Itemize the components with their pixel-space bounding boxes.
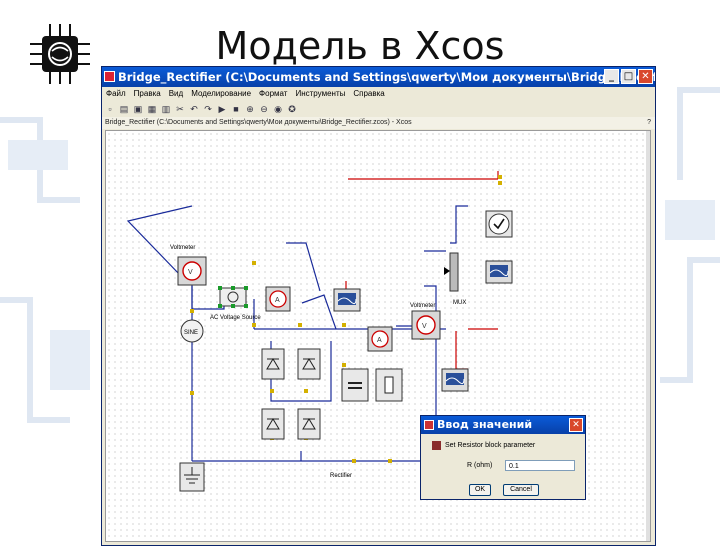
svg-text:A: A — [377, 337, 382, 344]
diode-bottom-left[interactable] — [261, 408, 285, 440]
start-icon[interactable]: ▶ — [216, 103, 228, 115]
resistance-label: R (ohm) — [467, 462, 493, 469]
ok-button[interactable]: OK — [469, 484, 491, 496]
saveas-icon[interactable]: ▦ — [146, 103, 158, 115]
clock-block[interactable] — [485, 210, 513, 238]
dialog-close-button[interactable]: ✕ — [569, 418, 583, 432]
menu-edit[interactable]: Правка — [134, 87, 161, 101]
cut-icon[interactable]: ✂ — [174, 103, 186, 115]
dialog-titlebar[interactable]: Ввод значений ✕ — [421, 416, 585, 434]
close-button[interactable]: ✕ — [638, 69, 653, 84]
ac-source-label: AC Voltage Source — [210, 315, 261, 321]
save-icon[interactable]: ▣ — [132, 103, 144, 115]
diode-bottom-right[interactable] — [297, 408, 321, 440]
zoom-in-icon[interactable]: ⊕ — [244, 103, 256, 115]
diagram-path: Bridge_Rectifier (C:\Documents and Setti… — [105, 119, 412, 126]
open-icon[interactable]: ▤ — [118, 103, 130, 115]
dialog-prompt: Set Resistor block parameter — [445, 442, 536, 449]
help-mark[interactable]: ? — [647, 117, 651, 129]
toolbar: ▫ ▤ ▣ ▦ ▥ ✂ ↶ ↷ ▶ ■ ⊕ ⊖ ◉ ✪ — [102, 101, 655, 117]
new-icon[interactable]: ▫ — [104, 103, 116, 115]
cancel-button[interactable]: Cancel — [503, 484, 539, 496]
scope-block-top[interactable] — [485, 260, 513, 284]
svg-text:V: V — [422, 323, 427, 330]
scilab-icon — [432, 441, 441, 450]
menu-help[interactable]: Справка — [353, 87, 384, 101]
menu-tools[interactable]: Инструменты — [295, 87, 345, 101]
svg-text:A: A — [275, 297, 280, 304]
slide-title: Модель в Xcos — [215, 24, 505, 68]
menu-format[interactable]: Формат — [259, 87, 287, 101]
help-icon[interactable]: ✪ — [286, 103, 298, 115]
dialog-title: Ввод значений — [437, 418, 533, 431]
zoom-out-icon[interactable]: ⊖ — [258, 103, 270, 115]
menu-view[interactable]: Вид — [169, 87, 183, 101]
mux-block[interactable]: MUX — [444, 252, 466, 306]
app-icon — [104, 71, 115, 82]
menu-bar: Файл Правка Вид Моделирование Формат Инс… — [102, 87, 655, 101]
path-bar: Bridge_Rectifier (C:\Documents and Setti… — [102, 117, 655, 129]
sine-source-block[interactable]: SINE — [180, 319, 204, 343]
voltmeter-left-label: Voltmeter — [170, 245, 195, 251]
stop-icon[interactable]: ■ — [230, 103, 242, 115]
voltmeter-left[interactable]: V Voltmeter — [170, 245, 207, 286]
print-icon[interactable]: ▥ — [160, 103, 172, 115]
dialog-app-icon — [424, 420, 434, 430]
minimize-button[interactable]: _ — [604, 69, 619, 84]
rectifier-label: Rectifier — [330, 473, 352, 479]
input-dialog: Ввод значений ✕ Set Resistor block param… — [420, 415, 586, 500]
window-title: Bridge_Rectifier (C:\Documents and Setti… — [118, 70, 655, 84]
ammeter-block[interactable]: A — [265, 286, 291, 312]
menu-file[interactable]: Файл — [106, 87, 126, 101]
menu-simulation[interactable]: Моделирование — [191, 87, 251, 101]
diode-top-left[interactable] — [261, 348, 285, 380]
ammeter-block-2[interactable]: A — [367, 326, 393, 352]
scope-block-bottom[interactable] — [441, 368, 469, 392]
redo-icon[interactable]: ↷ — [202, 103, 214, 115]
capacitor-block[interactable] — [341, 368, 369, 402]
resistor-block[interactable] — [375, 368, 403, 402]
scope-block-middle[interactable] — [333, 288, 361, 312]
window-titlebar[interactable]: Bridge_Rectifier (C:\Documents and Setti… — [102, 67, 655, 87]
svg-text:V: V — [188, 269, 193, 276]
undo-icon[interactable]: ↶ — [188, 103, 200, 115]
resistance-input[interactable]: 0.1 — [505, 460, 575, 471]
mux-label: MUX — [453, 300, 466, 306]
voltmeter-right-label: Voltmeter — [410, 303, 435, 309]
diode-top-right[interactable] — [297, 348, 321, 380]
sine-label: SINE — [184, 330, 198, 336]
palette-icon[interactable]: ◉ — [272, 103, 284, 115]
maximize-button[interactable]: □ — [621, 69, 636, 84]
ground-block[interactable] — [179, 462, 205, 492]
